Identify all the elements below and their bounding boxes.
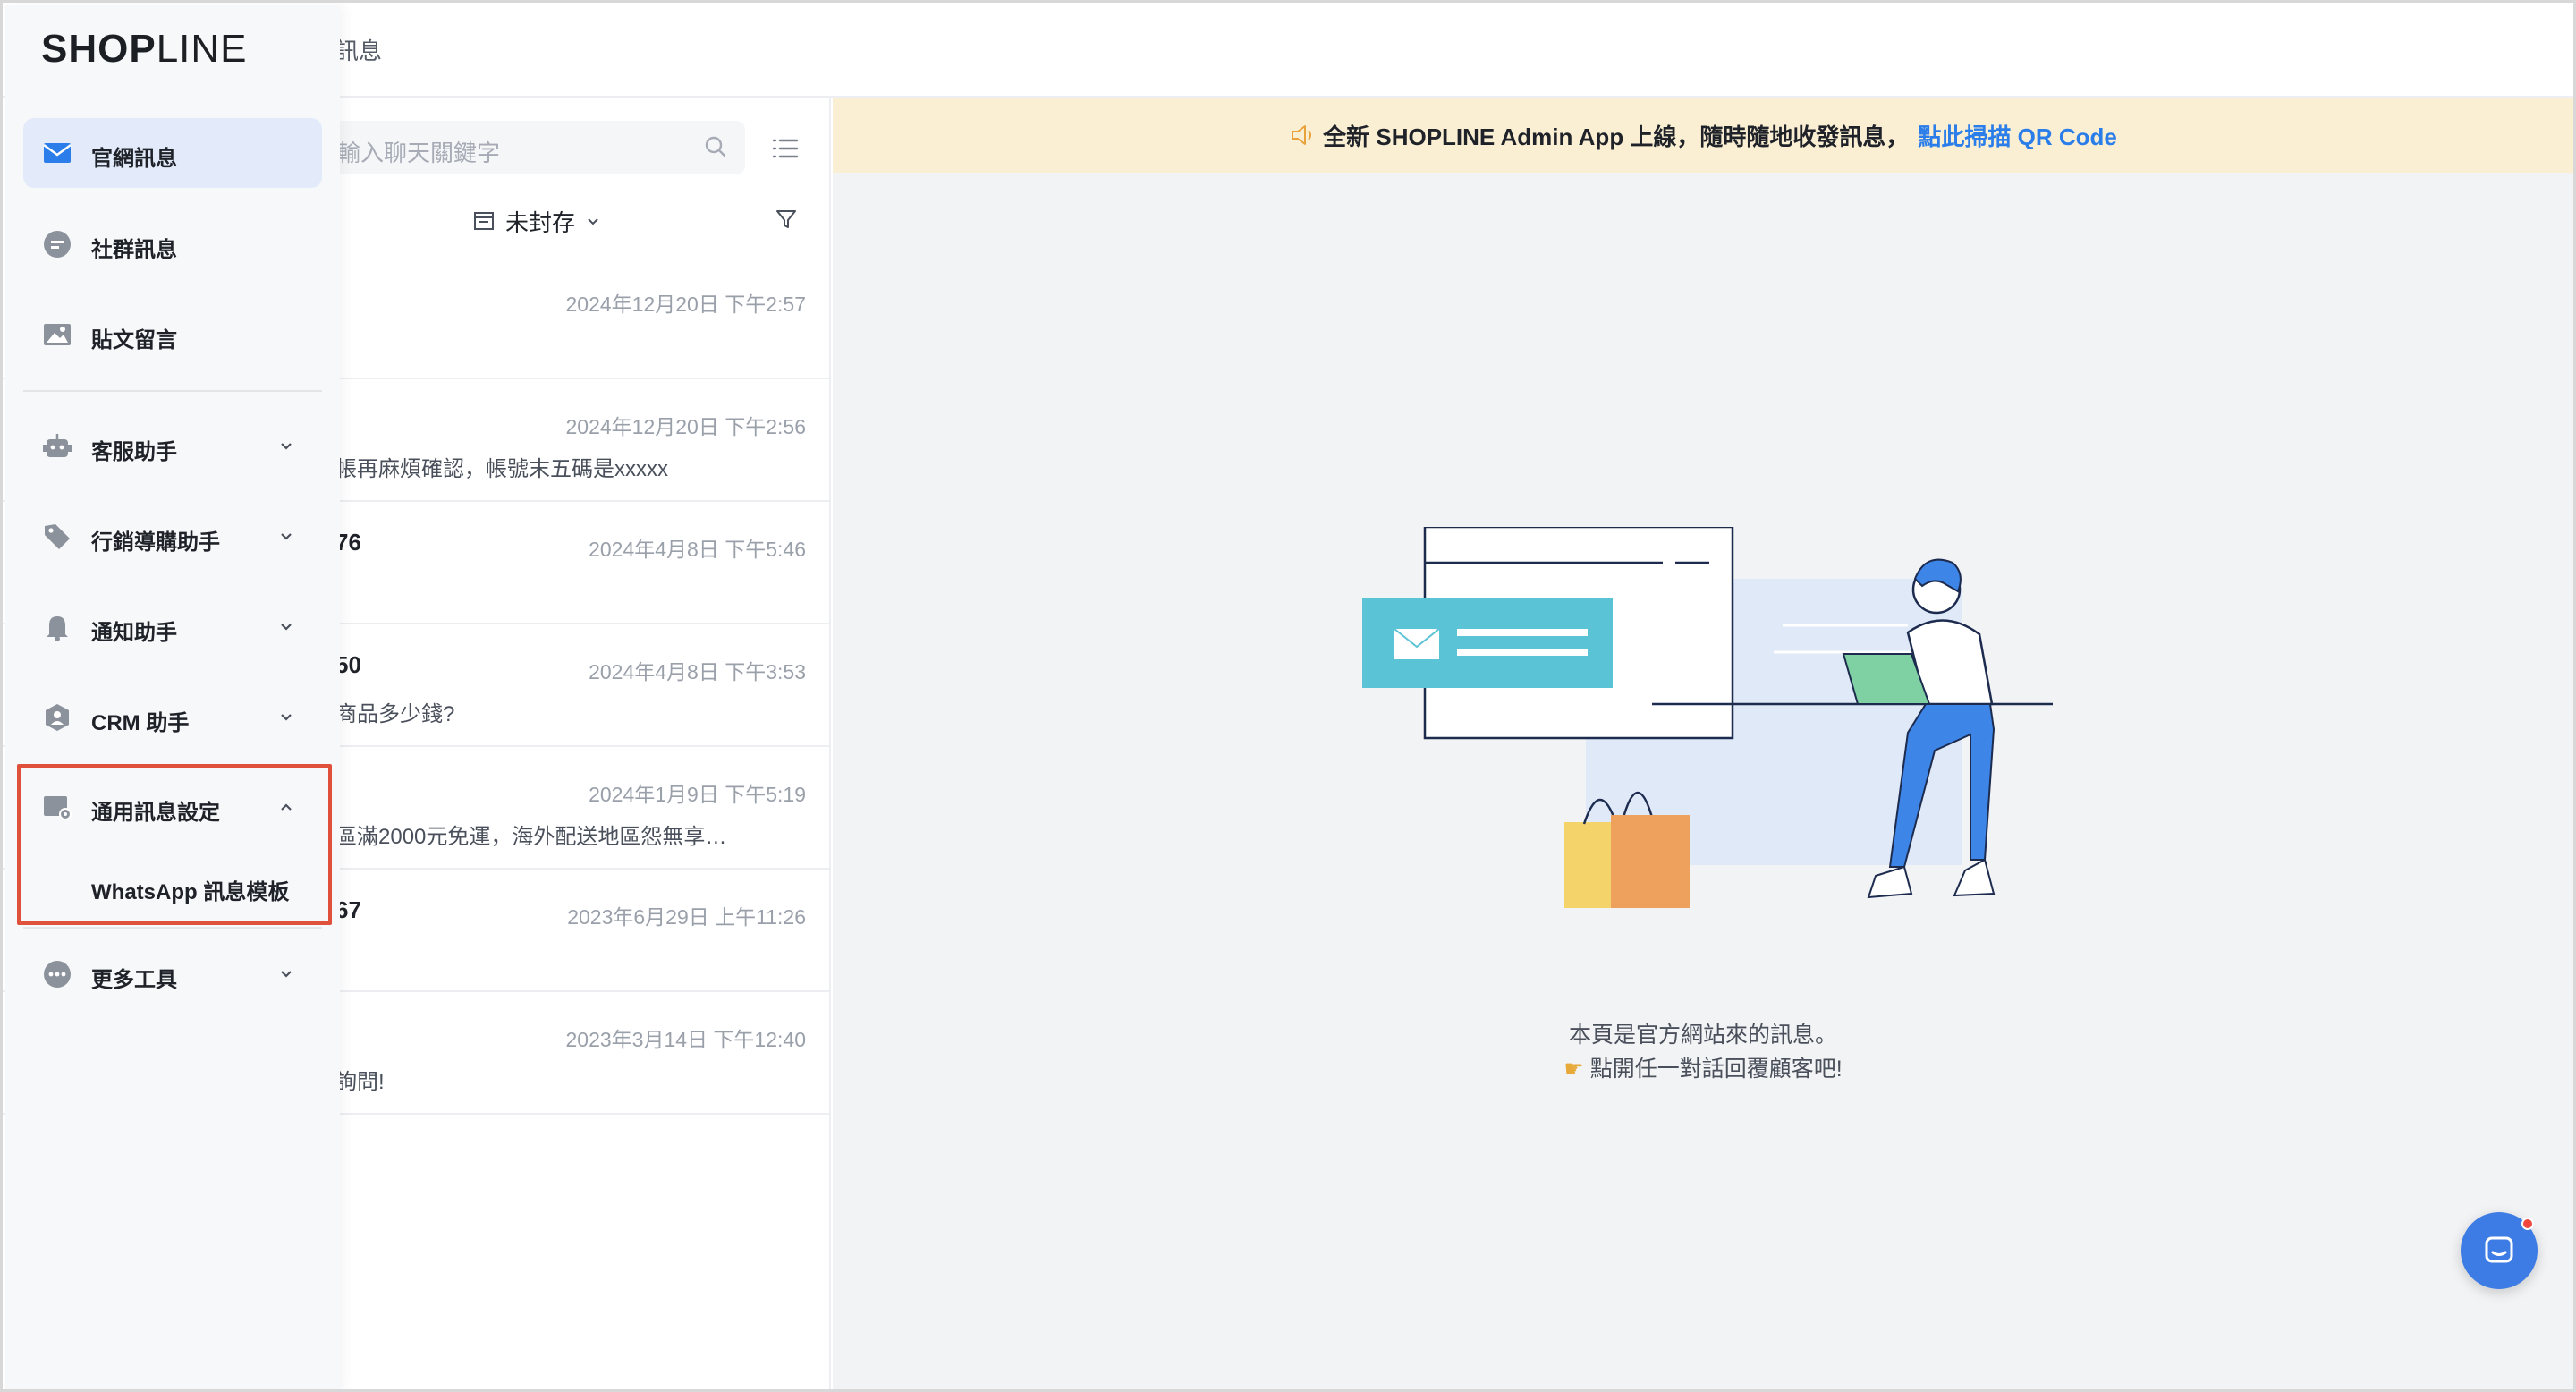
sidebar-item-label: 通用訊息設定 <box>91 801 220 825</box>
conversation-time: 2024年12月20日 下午2:56 <box>565 415 807 438</box>
conversation-preview: 詢問! <box>335 1070 385 1094</box>
sidebar-subitem-label: WhatsApp 訊息模板 <box>91 880 290 904</box>
top-bar: 訊息 <box>3 3 2573 98</box>
image-icon <box>44 324 71 345</box>
sidebar-item-more-tools[interactable]: 更多工具 <box>23 939 322 1009</box>
conversation-preview: 商品多少錢? <box>335 702 455 726</box>
conversation-time: 2024年12月20日 下午2:57 <box>565 293 807 316</box>
sidebar-item-label: 社群訊息 <box>91 238 177 262</box>
breadcrumb: 訊息 <box>335 38 383 64</box>
more-icon <box>44 961 71 988</box>
sidebar-item-message-settings[interactable]: 通用訊息設定 <box>23 772 322 842</box>
sidebar-item-social-messages[interactable]: 社群訊息 <box>23 209 322 279</box>
chevron-down-icon <box>281 714 292 721</box>
sidebar: SHOPLINE 官網訊息 社群訊息 貼文留言 客服助手 行銷導購助手 通知助手 <box>5 5 340 1389</box>
chevron-down-icon <box>281 443 292 450</box>
sidebar-item-label: 客服助手 <box>91 440 177 464</box>
message-settings-icon <box>44 796 72 820</box>
qr-code-link[interactable]: 點此掃描 QR Code <box>1918 119 2116 152</box>
chat-support-button[interactable] <box>2461 1212 2538 1289</box>
logo-part-a: SHOP <box>41 27 157 71</box>
empty-state-illustration <box>1362 527 2053 908</box>
mail-icon <box>43 143 72 163</box>
sidebar-item-label: 更多工具 <box>91 968 177 992</box>
sidebar-item-label: 貼文留言 <box>91 328 177 352</box>
sidebar-subitem-whatsapp-templates[interactable]: WhatsApp 訊息模板 <box>23 854 322 917</box>
sidebar-item-post-comments[interactable]: 貼文留言 <box>23 300 322 369</box>
sidebar-item-notification-assistant[interactable]: 通知助手 <box>23 592 322 662</box>
sidebar-item-label: 官網訊息 <box>91 147 177 171</box>
chat-icon <box>2485 1236 2513 1263</box>
chevron-up-icon <box>281 803 292 811</box>
archive-filter-label: 未封存 <box>505 208 576 236</box>
sidebar-item-label: 通知助手 <box>91 621 177 645</box>
sidebar-item-website-messages[interactable]: 官網訊息 <box>23 118 322 188</box>
sidebar-item-marketing-assistant[interactable]: 行銷導購助手 <box>23 502 322 572</box>
speaker-icon <box>1292 125 1312 145</box>
chevron-down-icon <box>281 533 292 540</box>
message-detail-panel: 全新 SHOPLINE Admin App 上線，隨時隨地收發訊息， 點此掃描 … <box>833 98 2573 1389</box>
filter-icon[interactable] <box>774 207 799 232</box>
bell-icon <box>47 616 68 641</box>
announcement-banner: 全新 SHOPLINE Admin App 上線，隨時隨地收發訊息， 點此掃描 … <box>833 98 2573 173</box>
sidebar-item-label: CRM 助手 <box>91 711 190 735</box>
search-icon[interactable] <box>702 133 729 160</box>
empty-state-line-1: 本頁是官方網站來的訊息。 <box>1568 1023 1837 1048</box>
conversation-time: 2023年3月14日 下午12:40 <box>565 1028 807 1051</box>
shopline-logo: SHOPLINE <box>41 27 248 72</box>
sidebar-divider <box>23 927 322 929</box>
conversation-time: 2024年1月9日 下午5:19 <box>589 783 806 806</box>
logo-part-b: LINE <box>156 27 248 71</box>
conversation-time: 2023年6月29日 上午11:26 <box>567 905 806 929</box>
chat-bubble-icon <box>44 231 71 258</box>
archive-icon <box>474 212 494 230</box>
tag-icon <box>45 524 70 549</box>
search-placeholder: 輸入聊天關鍵字 <box>337 140 501 166</box>
app-window: 訊息 輸入聊天關鍵字 未封存 2024年12月20日 下午2:57 2024年1… <box>0 0 2576 1392</box>
chevron-down-icon <box>588 218 598 225</box>
list-view-icon[interactable] <box>770 133 801 164</box>
crm-icon <box>46 704 69 731</box>
conversation-time: 2024年4月8日 下午3:53 <box>589 660 806 683</box>
conversation-time: 2024年4月8日 下午5:46 <box>589 538 806 561</box>
chevron-down-icon <box>281 971 292 978</box>
notification-dot <box>2521 1218 2534 1230</box>
chevron-down-icon <box>281 624 292 631</box>
archive-filter-dropdown[interactable]: 未封存 <box>471 205 602 237</box>
pointing-hand-icon: ☛ <box>1563 1057 1590 1082</box>
banner-text: 全新 SHOPLINE Admin App 上線，隨時隨地收發訊息， <box>1323 123 1910 150</box>
sidebar-item-label: 行銷導購助手 <box>91 530 220 555</box>
conversation-preview: 區滿2000元免運，海外配送地區怨無享… <box>335 825 727 849</box>
sidebar-divider <box>23 390 322 392</box>
search-input[interactable]: 輸入聊天關鍵字 <box>307 121 745 174</box>
robot-icon <box>43 434 72 457</box>
sidebar-item-service-assistant[interactable]: 客服助手 <box>23 412 322 481</box>
sidebar-item-crm-assistant[interactable]: CRM 助手 <box>23 683 322 752</box>
conversation-preview: 帳再麻煩確認，帳號末五碼是xxxxx <box>335 457 668 481</box>
empty-state-line-2: ☛ 點開任一對話回覆顧客吧! <box>833 1051 2573 1083</box>
empty-state-line-2-text: 點開任一對話回覆顧客吧! <box>1589 1057 1843 1082</box>
